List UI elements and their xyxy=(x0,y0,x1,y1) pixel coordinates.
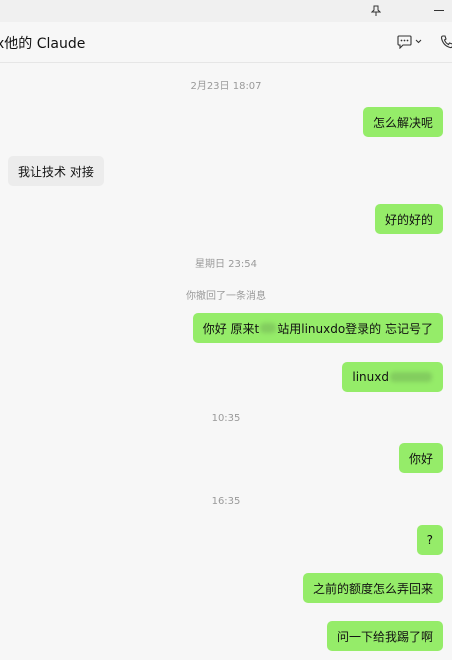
redacted-text xyxy=(390,372,432,382)
timestamp: 10:35 xyxy=(211,413,241,424)
pin-icon[interactable] xyxy=(363,0,389,22)
sent-message[interactable]: 之前的额度怎么弄回来 xyxy=(302,573,443,603)
chat-title: x他的 Claude xyxy=(0,36,86,52)
timestamp: 2月23日 18:07 xyxy=(190,81,262,92)
message-text: linuxd xyxy=(352,370,389,384)
timestamp: 星期日 23:54 xyxy=(195,259,257,270)
minimize-icon[interactable] xyxy=(426,0,452,22)
message-text: 站用linuxdo登录的 忘记号了 xyxy=(277,321,433,336)
sent-message[interactable]: 你好 xyxy=(398,443,443,473)
message-list[interactable]: 2月23日 18:07 怎么解决呢 我让技术 对接 好的好的 星期日 23:54… xyxy=(0,63,452,660)
sent-message[interactable]: linuxd xyxy=(342,362,443,392)
timestamp: 16:35 xyxy=(211,496,241,507)
phone-icon[interactable] xyxy=(440,32,452,52)
sent-message[interactable]: 怎么解决呢 xyxy=(362,107,443,137)
sent-message[interactable]: 问一下给我踢了啊 xyxy=(326,621,443,651)
redacted-text xyxy=(260,323,277,333)
sent-message[interactable]: ? xyxy=(416,525,443,555)
chat-bubble-icon[interactable] xyxy=(397,32,423,52)
sent-message[interactable]: 好的好的 xyxy=(374,204,443,234)
recall-notice: 你撤回了一条消息 xyxy=(186,291,266,302)
window-titlebar xyxy=(0,0,452,22)
chat-header: x他的 Claude xyxy=(0,22,452,63)
message-text: 你好 原来t xyxy=(202,321,260,336)
sent-message[interactable]: 你好 原来t 站用linuxdo登录的 忘记号了 xyxy=(192,313,443,343)
received-message[interactable]: 我让技术 对接 xyxy=(8,156,104,186)
